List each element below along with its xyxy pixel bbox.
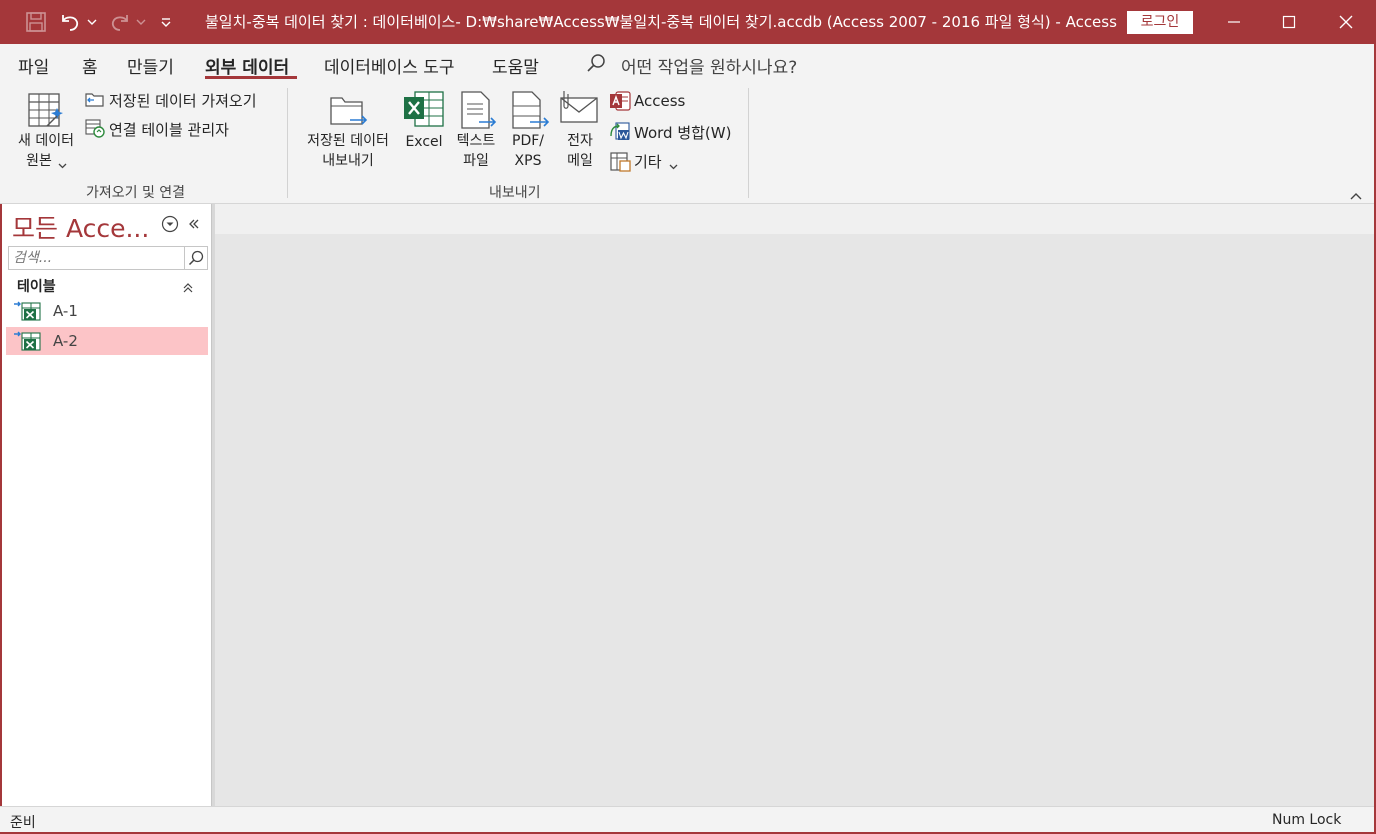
saved-exports-label-line2[interactable]: 내보내기 [316,151,380,171]
active-tab-indicator [205,76,297,79]
undo-icon[interactable] [58,8,82,36]
email-icon[interactable] [558,88,600,132]
word-merge-button[interactable]: Word 병합(W) [634,122,731,143]
email-label[interactable]: 전자 [560,131,600,151]
shutter-bar-close-icon[interactable] [187,216,201,235]
excel-icon[interactable] [403,90,445,132]
excel-export-label[interactable]: Excel [402,132,446,152]
window-title: 불일치-중복 데이터 찾기 : 데이터베이스- D:₩share₩Access₩… [205,13,1117,31]
document-tab-strip [215,204,1376,234]
saved-exports-label[interactable]: 저장된 데이터 [299,131,397,151]
undo-dropdown-icon[interactable] [86,8,98,36]
table-name: A-1 [53,302,78,320]
navigation-pane: 모든 Acce... 테이블 A-1 A-2 [2,204,212,806]
linked-table-manager-icon[interactable] [84,118,106,142]
login-button[interactable]: 로그인 [1127,11,1193,34]
maximize-icon [1282,15,1296,29]
maximize-button[interactable] [1261,0,1317,44]
export-group-label: 내보내기 [489,185,541,201]
word-merge-icon[interactable] [609,120,631,146]
access-export-button[interactable]: Access [634,92,685,110]
nav-group-tables[interactable]: 테이블 [17,276,56,296]
pdf-xps-icon[interactable] [510,90,550,134]
search-icon[interactable] [184,247,207,269]
close-icon [1339,15,1353,29]
tab-create[interactable]: 만들기 [127,53,174,78]
linked-table-manager-button[interactable]: 연결 테이블 관리자 [109,119,229,140]
nav-search-input[interactable] [9,247,185,269]
redo-dropdown-icon[interactable] [135,8,147,36]
tab-file[interactable]: 파일 [18,53,49,78]
nav-search-box [8,246,208,270]
access-icon[interactable] [609,90,631,116]
title-bar: 불일치-중복 데이터 찾기 : 데이터베이스- D:₩share₩Access₩… [0,0,1376,44]
collapse-ribbon-icon[interactable] [1349,186,1363,205]
document-area [215,204,1376,806]
new-data-source-icon[interactable] [27,90,67,134]
text-file-label[interactable]: 텍스트 [452,131,500,151]
table-name: A-2 [53,332,78,350]
more-export-button[interactable]: 기타 [634,151,662,172]
saved-imports-button[interactable]: 저장된 데이터 가져오기 [109,90,257,111]
text-file-icon[interactable] [459,90,497,134]
linked-excel-table-icon [12,300,42,326]
email-label-line2[interactable]: 메일 [560,151,600,171]
num-lock-indicator: Num Lock [1272,812,1342,828]
nav-pane-splitter[interactable] [212,204,215,806]
import-group-label: 가져오기 및 연결 [86,185,186,201]
tab-external-data[interactable]: 외부 데이터 [205,53,289,78]
chevron-down-icon[interactable] [58,155,67,174]
tell-me-input[interactable]: 어떤 작업을 원하시나요? [621,53,797,78]
tab-help[interactable]: 도움말 [492,53,539,78]
pdf-xps-label-line2[interactable]: XPS [507,151,549,171]
group-divider [287,88,288,198]
linked-excel-table-icon [12,330,42,356]
status-bar: 준비 Num Lock [0,806,1376,834]
nav-menu-dropdown-icon[interactable] [161,215,179,237]
chevron-down-icon[interactable] [669,156,678,175]
new-data-source-label-line2[interactable]: 원본 [20,151,58,171]
minimize-button[interactable] [1206,0,1262,44]
minimize-icon [1228,21,1240,23]
text-file-label-line2[interactable]: 파일 [458,151,494,171]
redo-icon[interactable] [108,8,132,36]
saved-exports-icon[interactable] [328,92,370,134]
pdf-xps-label[interactable]: PDF/ [507,131,549,151]
new-data-source-label[interactable]: 새 데이터 [12,131,80,151]
table-list-item-a2[interactable]: A-2 [6,327,208,355]
saved-imports-icon[interactable] [84,89,106,113]
save-icon[interactable] [22,8,50,36]
status-text: 준비 [10,815,36,831]
search-icon[interactable] [585,52,607,78]
nav-pane-title[interactable]: 모든 Acce... [12,209,149,245]
tab-database-tools[interactable]: 데이터베이스 도구 [324,53,455,78]
tab-home[interactable]: 홈 [82,53,98,78]
table-list-item-a1[interactable]: A-1 [6,297,208,325]
customize-qat-icon[interactable] [158,8,174,36]
more-export-icon[interactable] [609,150,631,176]
collapse-group-icon[interactable] [182,279,194,298]
group-divider [748,88,749,198]
close-button[interactable] [1318,0,1374,44]
